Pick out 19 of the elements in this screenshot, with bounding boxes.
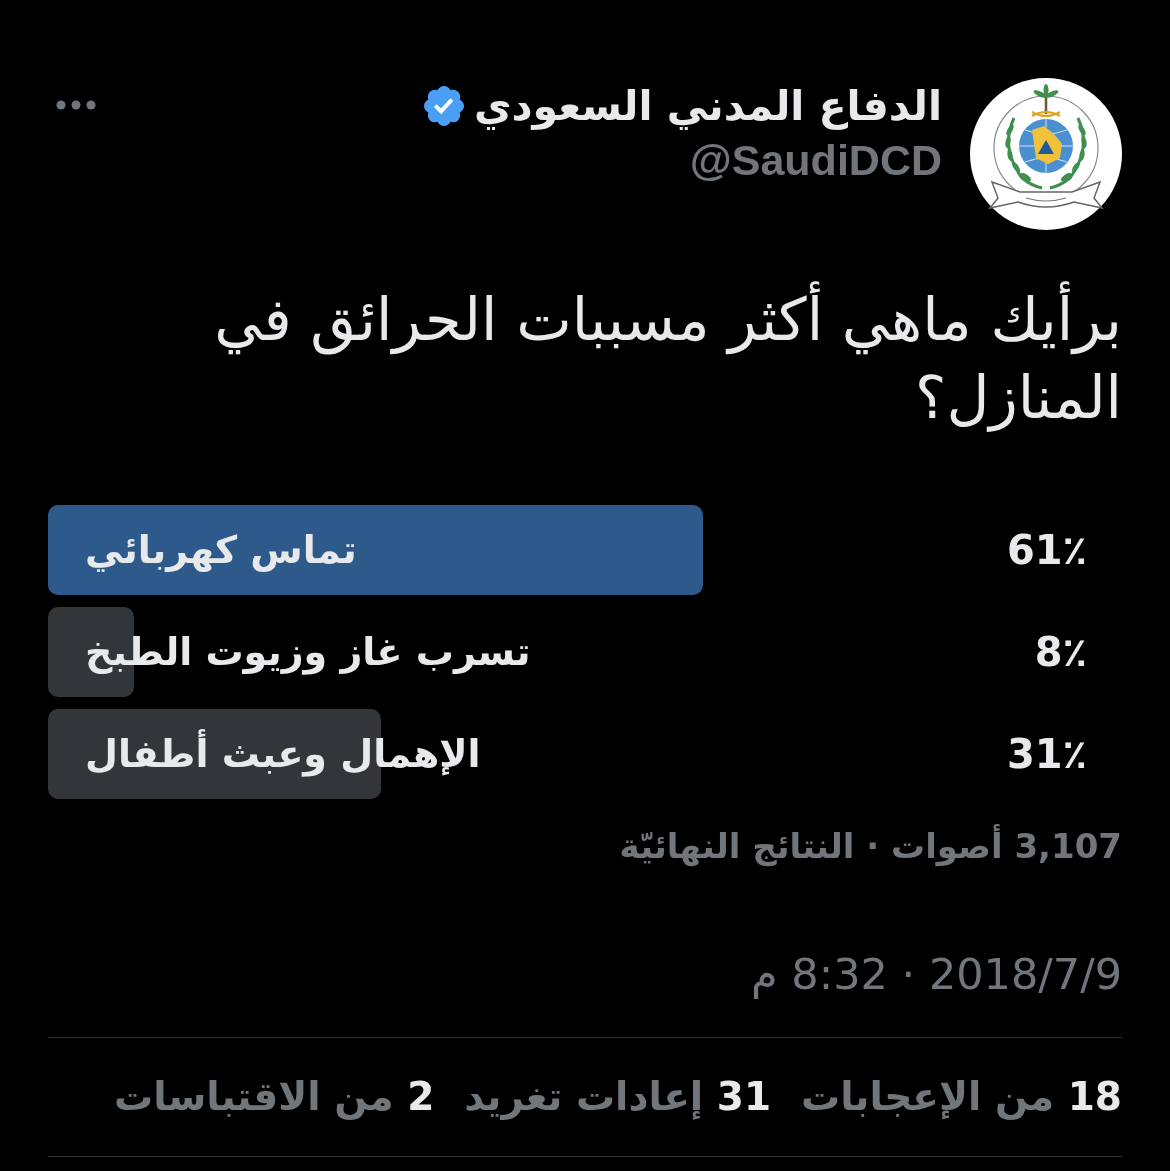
more-options-icon[interactable] xyxy=(56,100,96,110)
stat-label: من الاقتباسات xyxy=(114,1074,394,1119)
poll-summary: 3,107 أصوات · النتائج النهائيّة xyxy=(618,823,1122,869)
poll-percentage: 61٪ xyxy=(1006,526,1087,574)
poll-percentage: 8٪ xyxy=(1034,628,1087,676)
stat-count: 31 xyxy=(716,1074,772,1119)
stat-count: 2 xyxy=(407,1074,435,1119)
tweet-text: برأيك ماهي أكثر مسببات الحرائق في المنازل؟ xyxy=(162,281,1122,437)
author-handle[interactable]: @SaudiDCD xyxy=(689,132,942,188)
poll-percentage: 31٪ xyxy=(1006,730,1087,778)
stat-label: من الإعجابات xyxy=(801,1074,1055,1119)
tweet-timestamp: 2018/7/9 · 8:32 م xyxy=(750,949,1122,999)
poll-option-label: تماس كهربائي xyxy=(85,527,357,574)
stat-count: 18 xyxy=(1067,1074,1122,1119)
poll-option-label: الإهمال وعبث أطفال xyxy=(85,730,481,778)
poll-option-label: تسرب غاز وزيوت الطبخ xyxy=(85,629,531,676)
avatar-emblem-drawing[interactable] xyxy=(970,78,1122,230)
author-name[interactable]: الدفاع المدني السعودي xyxy=(473,80,942,132)
stat-label: إعادات تغريد xyxy=(464,1074,704,1119)
